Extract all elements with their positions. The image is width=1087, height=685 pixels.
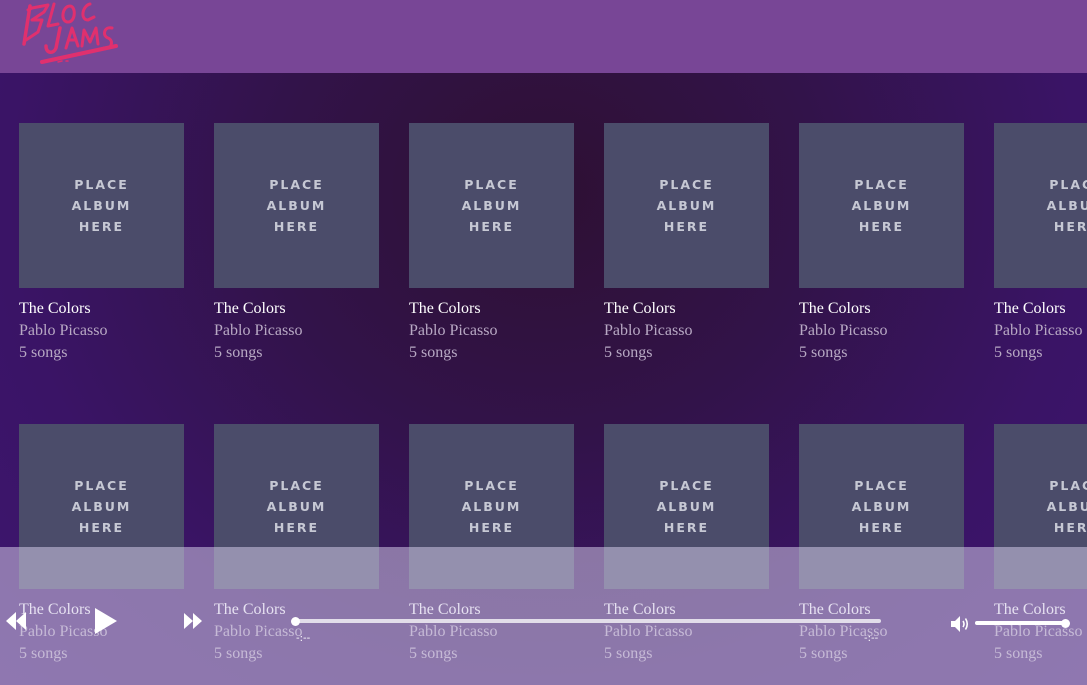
album-cover[interactable]: PLACEALBUMHERE (799, 123, 964, 288)
album-cover-placeholder-text: PLACEALBUMHERE (656, 177, 717, 234)
album-title[interactable]: The Colors (799, 298, 964, 320)
album-card[interactable]: PLACEALBUMHERE The Colors Pablo Picasso 5 s… (409, 123, 574, 364)
previous-icon[interactable] (5, 611, 27, 631)
album-card[interactable]: PLACEALBUMHERE The Colors Pablo Picasso 5 s… (604, 123, 769, 364)
album-card[interactable]: PLACEALBUMHERE The Colors Pablo Picasso 5 s… (214, 123, 379, 364)
album-title[interactable]: The Colors (214, 298, 379, 320)
album-cover[interactable]: PLACEALBUMHERE (994, 123, 1087, 288)
album-info: The Colors Pablo Picasso 5 songs (994, 288, 1087, 364)
album-cover[interactable]: PLACEALBUMHERE (19, 123, 184, 288)
album-song-count: 5 songs (19, 344, 68, 361)
album-cover-placeholder-text: PLACEALBUMHERE (1046, 177, 1087, 234)
album-title[interactable]: The Colors (994, 298, 1087, 320)
total-time: -:-- (864, 633, 879, 644)
album-artist: Pablo Picasso (604, 322, 693, 339)
album-info: The Colors Pablo Picasso 5 songs (799, 288, 964, 364)
album-cover-placeholder-text: PLACEALBUMHERE (851, 478, 912, 535)
album-info: The Colors Pablo Picasso 5 songs (19, 288, 184, 364)
player-bar (0, 547, 1087, 685)
album-cover-placeholder-text: PLACEALBUMHERE (461, 177, 522, 234)
volume-thumb[interactable] (1061, 619, 1070, 628)
navbar (0, 0, 1087, 73)
album-cover[interactable]: PLACEALBUMHERE (214, 123, 379, 288)
album-title[interactable]: The Colors (409, 298, 574, 320)
album-artist: Pablo Picasso (409, 322, 498, 339)
seek-thumb[interactable] (291, 617, 300, 626)
play-icon[interactable] (93, 607, 119, 635)
album-artist: Pablo Picasso (799, 322, 888, 339)
album-cover-placeholder-text: PLACEALBUMHERE (851, 177, 912, 234)
album-song-count: 5 songs (604, 344, 653, 361)
album-cover-placeholder-text: PLACEALBUMHERE (461, 478, 522, 535)
album-song-count: 5 songs (214, 344, 263, 361)
album-info: The Colors Pablo Picasso 5 songs (604, 288, 769, 364)
bloc-jams-logo[interactable] (18, 0, 122, 68)
album-title[interactable]: The Colors (19, 298, 184, 320)
album-cover-placeholder-text: PLACEALBUMHERE (71, 478, 132, 535)
album-card[interactable]: PLACEALBUMHERE The Colors Pablo Picasso 5 s… (19, 123, 184, 364)
album-artist: Pablo Picasso (214, 322, 303, 339)
album-cover[interactable]: PLACEALBUMHERE (604, 123, 769, 288)
current-time: -:-- (296, 633, 311, 644)
album-title[interactable]: The Colors (604, 298, 769, 320)
album-info: The Colors Pablo Picasso 5 songs (409, 288, 574, 364)
album-cover-placeholder-text: PLACEALBUMHERE (266, 478, 327, 535)
album-song-count: 5 songs (799, 344, 848, 361)
album-info: The Colors Pablo Picasso 5 songs (214, 288, 379, 364)
album-card[interactable]: PLACEALBUMHERE The Colors Pablo Picasso 5 s… (994, 123, 1087, 364)
album-cover-placeholder-text: PLACEALBUMHERE (71, 177, 132, 234)
album-artist: Pablo Picasso (994, 322, 1083, 339)
album-artist: Pablo Picasso (19, 322, 108, 339)
next-icon[interactable] (183, 612, 203, 630)
album-song-count: 5 songs (994, 344, 1043, 361)
seek-bar[interactable] (295, 619, 881, 623)
album-cover-placeholder-text: PLACEALBUMHERE (266, 177, 327, 234)
album-cover-placeholder-text: PLACEALBUMHERE (1046, 478, 1087, 535)
volume-icon[interactable] (950, 615, 972, 633)
album-card[interactable]: PLACEALBUMHERE The Colors Pablo Picasso 5 s… (799, 123, 964, 364)
volume-slider[interactable] (975, 621, 1067, 625)
album-cover-placeholder-text: PLACEALBUMHERE (656, 478, 717, 535)
album-song-count: 5 songs (409, 344, 458, 361)
album-cover[interactable]: PLACEALBUMHERE (409, 123, 574, 288)
